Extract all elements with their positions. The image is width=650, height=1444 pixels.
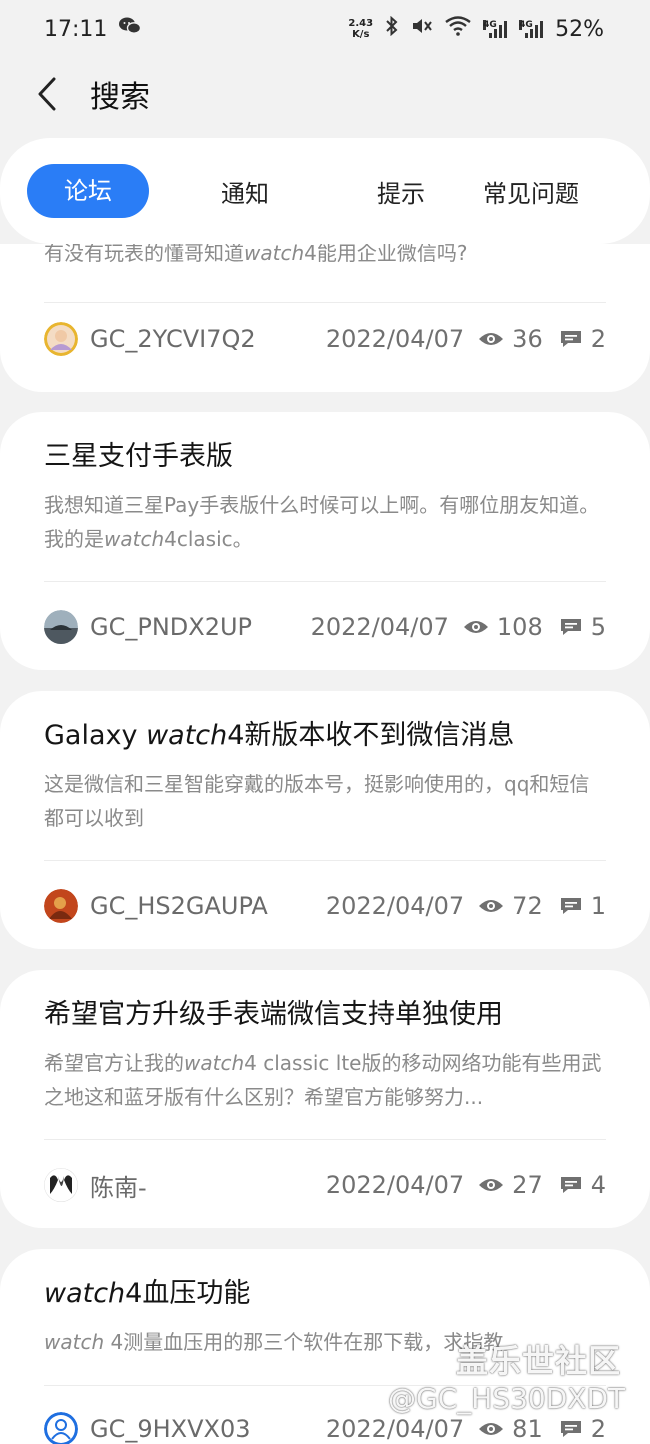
post-title: Galaxy watch4新版本收不到微信消息: [44, 720, 515, 751]
avatar[interactable]: [44, 889, 78, 923]
divider: [44, 581, 606, 582]
view-count: 27: [512, 1171, 543, 1199]
post-title: 三星支付手表版: [44, 441, 233, 472]
post-excerpt: 有没有玩表的懂哥知道watch4能用企业微信吗?: [44, 244, 468, 265]
post-meta: GC_PNDX2UP 2022/04/07 108 5: [44, 607, 606, 647]
post-meta: GC_2YCVI7Q2 2022/04/07 36 2: [44, 319, 606, 359]
bluetooth-icon: [385, 15, 399, 42]
comment-count: 1: [590, 892, 606, 920]
tab-forum[interactable]: 论坛: [27, 164, 149, 218]
author-name[interactable]: 陈南-: [90, 1168, 326, 1203]
post-title: 希望官方升级手表端微信支持单独使用: [44, 999, 503, 1030]
post-date: 2022/04/07: [310, 613, 449, 641]
post-meta: 陈南- 2022/04/07 27 4: [44, 1165, 606, 1205]
avatar[interactable]: [44, 322, 78, 356]
view-count: 81: [512, 1415, 543, 1443]
view-count: 108: [496, 613, 543, 641]
post-date: 2022/04/07: [325, 1171, 465, 1199]
author-name[interactable]: GC_2YCVI7Q2: [90, 325, 326, 353]
signal-icon-1: 4G: [483, 20, 508, 38]
mute-icon: [411, 16, 433, 42]
post-card[interactable]: 有没有玩表的懂哥知道watch4能用企业微信吗? GC_2YCVI7Q2 202…: [0, 244, 650, 392]
comment-count: 5: [590, 613, 606, 641]
divider: [44, 1139, 606, 1140]
avatar[interactable]: [44, 1168, 78, 1202]
comment-icon: [559, 1419, 583, 1439]
status-time: 17:11: [44, 16, 108, 42]
avatar[interactable]: [44, 610, 78, 644]
post-date: 2022/04/07: [325, 1415, 465, 1443]
post-excerpt: 这是微信和三星智能穿戴的版本号，挺影响使用的，qq和短信都可以收到: [44, 772, 590, 830]
eye-icon: [478, 1177, 504, 1193]
tabs-bar: 论坛 通知 提示 常见问题: [0, 138, 650, 244]
comment-icon: [559, 617, 583, 637]
page-title: 搜索: [90, 80, 150, 115]
divider: [44, 302, 606, 303]
comment-icon: [559, 1175, 583, 1195]
search-results-list: 有没有玩表的懂哥知道watch4能用企业微信吗? GC_2YCVI7Q2 202…: [0, 244, 650, 1444]
tab-notice[interactable]: 通知: [221, 174, 269, 209]
post-excerpt: 我想知道三星Pay手表版什么时候可以上啊。有哪位朋友知道。我的是watch4cl…: [44, 493, 600, 551]
post-date: 2022/04/07: [325, 892, 465, 920]
watermark-community: 盖乐世社区: [456, 1342, 622, 1380]
post-card[interactable]: 三星支付手表版 我想知道三星Pay手表版什么时候可以上啊。有哪位朋友知道。我的是…: [0, 412, 650, 670]
author-name[interactable]: GC_9HXVX03: [90, 1415, 326, 1443]
tab-tips[interactable]: 提示: [377, 174, 425, 209]
post-excerpt: 希望官方让我的watch4 classic lte版的移动网络功能有些用武之地这…: [44, 1051, 602, 1109]
tab-faq[interactable]: 常见问题: [483, 174, 579, 209]
avatar[interactable]: [44, 1412, 78, 1444]
watermark-user: @GC_HS30DXDT: [388, 1382, 626, 1415]
post-card[interactable]: 希望官方升级手表端微信支持单独使用 希望官方让我的watch4 classic …: [0, 970, 650, 1228]
wechat-icon: [119, 16, 142, 42]
post-card[interactable]: Galaxy watch4新版本收不到微信消息 这是微信和三星智能穿戴的版本号，…: [0, 691, 650, 949]
status-bar: 17:11 2.43 K/s 4G 4G 52%: [0, 0, 650, 58]
comment-count: 2: [590, 1415, 606, 1443]
network-speed: 2.43 K/s: [348, 18, 374, 40]
post-date: 2022/04/07: [325, 325, 465, 353]
comment-icon: [559, 896, 583, 916]
post-title: watch4血压功能: [44, 1278, 251, 1309]
eye-icon: [463, 619, 489, 635]
view-count: 36: [512, 325, 543, 353]
comment-count: 2: [590, 325, 606, 353]
back-arrow-icon[interactable]: [30, 74, 64, 114]
wifi-icon: [445, 16, 471, 42]
eye-icon: [478, 898, 504, 914]
view-count: 72: [512, 892, 543, 920]
battery-level: 52%: [555, 16, 604, 42]
divider: [44, 860, 606, 861]
header: 搜索: [0, 58, 650, 130]
eye-icon: [478, 1421, 504, 1437]
eye-icon: [478, 331, 504, 347]
author-name[interactable]: GC_PNDX2UP: [90, 613, 311, 641]
comment-icon: [559, 329, 583, 349]
signal-icon-2: 4G: [519, 20, 544, 38]
post-meta: GC_HS2GAUPA 2022/04/07 72 1: [44, 886, 606, 926]
author-name[interactable]: GC_HS2GAUPA: [90, 892, 326, 920]
comment-count: 4: [590, 1171, 606, 1199]
